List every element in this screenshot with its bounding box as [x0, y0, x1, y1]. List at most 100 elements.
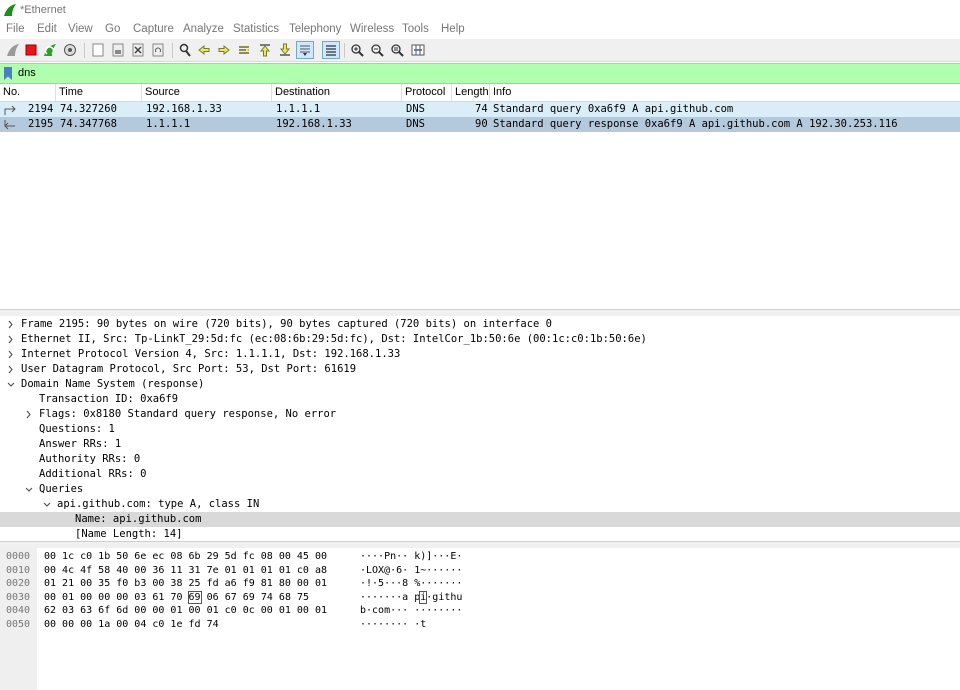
- menu-statistics[interactable]: Statistics: [233, 23, 279, 35]
- ascii-bytes[interactable]: b·com··· ········: [360, 604, 462, 617]
- detail-tree-item[interactable]: Frame 2195: 90 bytes on wire (720 bits),…: [0, 317, 960, 332]
- byte: 06: [206, 591, 219, 603]
- detail-tree-item[interactable]: Flags: 0x8180 Standard query response, N…: [0, 407, 960, 422]
- detail-tree-item[interactable]: Additional RRs: 0: [0, 467, 960, 482]
- chevron-right-icon[interactable]: [6, 317, 16, 332]
- menu-go[interactable]: Go: [105, 23, 120, 35]
- chevron-down-icon[interactable]: [6, 377, 16, 392]
- zoom-out-icon[interactable]: [369, 42, 385, 58]
- packet-source: 1.1.1.1: [146, 118, 191, 130]
- go-back-icon[interactable]: [196, 42, 212, 58]
- shark-fin-start-icon[interactable]: [5, 42, 21, 58]
- go-forward-icon[interactable]: [216, 42, 232, 58]
- menu-help[interactable]: Help: [441, 23, 465, 35]
- go-last-icon[interactable]: [277, 42, 293, 58]
- detail-tree-item[interactable]: Questions: 1: [0, 422, 960, 437]
- menu-file[interactable]: File: [6, 23, 25, 35]
- zoom-in-icon[interactable]: [349, 42, 365, 58]
- go-to-packet-icon[interactable]: [236, 42, 252, 58]
- packet-destination: 192.168.1.33: [276, 118, 352, 130]
- detail-tree-item[interactable]: Answer RRs: 1: [0, 437, 960, 452]
- column-header-length[interactable]: Length: [452, 84, 490, 101]
- menu-telephony[interactable]: Telephony: [289, 23, 341, 35]
- chevron-down-icon[interactable]: [24, 482, 34, 497]
- zoom-normal-icon[interactable]: [389, 42, 405, 58]
- packet-row-selected[interactable]: 2195 74.347768 1.1.1.1 192.168.1.33 DNS …: [0, 117, 960, 132]
- go-first-icon[interactable]: [257, 42, 273, 58]
- hex-bytes[interactable]: 00 4c 4f 58 40 00 36 11 31 7e 01 01 01 0…: [44, 564, 327, 577]
- detail-tree-item[interactable]: Ethernet II, Src: Tp-LinkT_29:5d:fc (ec:…: [0, 332, 960, 347]
- column-header-source[interactable]: Source: [142, 84, 272, 101]
- detail-tree-item[interactable]: Domain Name System (response): [0, 377, 960, 392]
- ascii-bytes[interactable]: ·······a pi·githu: [360, 590, 462, 604]
- byte-offset: 0030: [6, 591, 31, 603]
- restart-capture-icon[interactable]: [42, 42, 58, 58]
- menu-edit[interactable]: Edit: [37, 23, 57, 35]
- display-filter-input[interactable]: [18, 65, 948, 80]
- detail-text: [Name Length: 14]: [75, 528, 183, 540]
- open-file-icon[interactable]: [90, 42, 106, 58]
- menu-view[interactable]: View: [68, 23, 93, 35]
- byte: 67: [224, 591, 237, 603]
- detail-tree-item[interactable]: Authority RRs: 0: [0, 452, 960, 467]
- save-file-icon[interactable]: [110, 42, 126, 58]
- column-header-destination[interactable]: Destination: [272, 84, 402, 101]
- ascii-group-2: ········: [414, 605, 463, 616]
- detail-tree-item[interactable]: Internet Protocol Version 4, Src: 1.1.1.…: [0, 347, 960, 362]
- request-arrow-icon: [4, 105, 16, 115]
- byte-offset: 0010: [6, 564, 31, 576]
- ascii-group-2: k)]···E·: [414, 551, 463, 562]
- packet-no: 2194: [28, 103, 54, 115]
- column-header-info[interactable]: Info: [490, 84, 960, 101]
- capture-options-icon[interactable]: [62, 42, 78, 58]
- packet-length: 90: [475, 118, 488, 130]
- menu-analyze[interactable]: Analyze: [183, 23, 224, 35]
- bookmark-icon[interactable]: [3, 67, 13, 80]
- menu-capture[interactable]: Capture: [133, 23, 174, 35]
- detail-tree-item[interactable]: api.github.com: type A, class IN: [0, 497, 960, 512]
- detail-text: Questions: 1: [39, 423, 115, 435]
- detail-tree-item[interactable]: Name: api.github.com: [0, 512, 960, 527]
- packet-details-pane: Frame 2195: 90 bytes on wire (720 bits),…: [0, 316, 960, 542]
- ascii-bytes[interactable]: ········ ·t: [360, 618, 426, 631]
- detail-text: Ethernet II, Src: Tp-LinkT_29:5d:fc (ec:…: [21, 333, 647, 345]
- ascii-group-2: %·······: [414, 578, 463, 589]
- hex-bytes[interactable]: 00 01 00 00 00 03 61 70 69 06 67 69 74 6…: [44, 590, 309, 604]
- packet-row[interactable]: 2194 74.327260 192.168.1.33 1.1.1.1 DNS …: [0, 102, 960, 117]
- menu-tools[interactable]: Tools: [402, 23, 429, 35]
- colorize-icon[interactable]: [322, 41, 340, 59]
- chevron-right-icon[interactable]: [6, 332, 16, 347]
- menu-wireless[interactable]: Wireless: [350, 23, 394, 35]
- detail-tree-item[interactable]: Transaction ID: 0xa6f9: [0, 392, 960, 407]
- hex-bytes[interactable]: 62 03 63 6f 6d 00 00 01 00 01 c0 0c 00 0…: [44, 604, 327, 617]
- hex-bytes[interactable]: 01 21 00 35 f0 b3 00 38 25 fd a6 f9 81 8…: [44, 577, 327, 590]
- detail-tree-item[interactable]: [Name Length: 14]: [0, 527, 960, 542]
- reload-file-icon[interactable]: [150, 42, 166, 58]
- ascii-bytes[interactable]: ·LOX@·6· 1~······: [360, 564, 462, 577]
- chevron-right-icon[interactable]: [6, 347, 16, 362]
- find-packet-icon[interactable]: [177, 42, 193, 58]
- close-file-icon[interactable]: [130, 42, 146, 58]
- byte: 74: [260, 591, 273, 603]
- autoscroll-icon[interactable]: [296, 41, 314, 59]
- stop-capture-icon[interactable]: [23, 42, 39, 58]
- column-header-time[interactable]: Time: [56, 84, 142, 101]
- resize-columns-icon[interactable]: [410, 42, 426, 58]
- byte-offset: 0050: [6, 618, 31, 630]
- detail-tree-item[interactable]: User Datagram Protocol, Src Port: 53, Ds…: [0, 362, 960, 377]
- chevron-right-icon[interactable]: [6, 362, 16, 377]
- chevron-right-icon[interactable]: [24, 407, 34, 422]
- byte-offset: 0020: [6, 578, 31, 589]
- ascii-bytes[interactable]: ····Pn·· k)]···E·: [360, 550, 462, 563]
- detail-text: Internet Protocol Version 4, Src: 1.1.1.…: [21, 348, 401, 360]
- column-header-protocol[interactable]: Protocol: [402, 84, 452, 101]
- packet-time: 74.347768: [60, 118, 117, 130]
- byte: 70: [170, 591, 183, 603]
- column-header-no[interactable]: No.: [0, 84, 56, 101]
- hex-bytes[interactable]: 00 1c c0 1b 50 6e ec 08 6b 29 5d fc 08 0…: [44, 550, 327, 563]
- ascii-bytes[interactable]: ·!·5···8 %·······: [360, 577, 462, 590]
- hex-bytes[interactable]: 00 00 00 1a 00 04 c0 1e fd 74: [44, 618, 219, 631]
- hex-bytes-group-2: fd 74: [188, 618, 219, 630]
- chevron-down-icon[interactable]: [42, 497, 52, 512]
- detail-tree-item[interactable]: Queries: [0, 482, 960, 497]
